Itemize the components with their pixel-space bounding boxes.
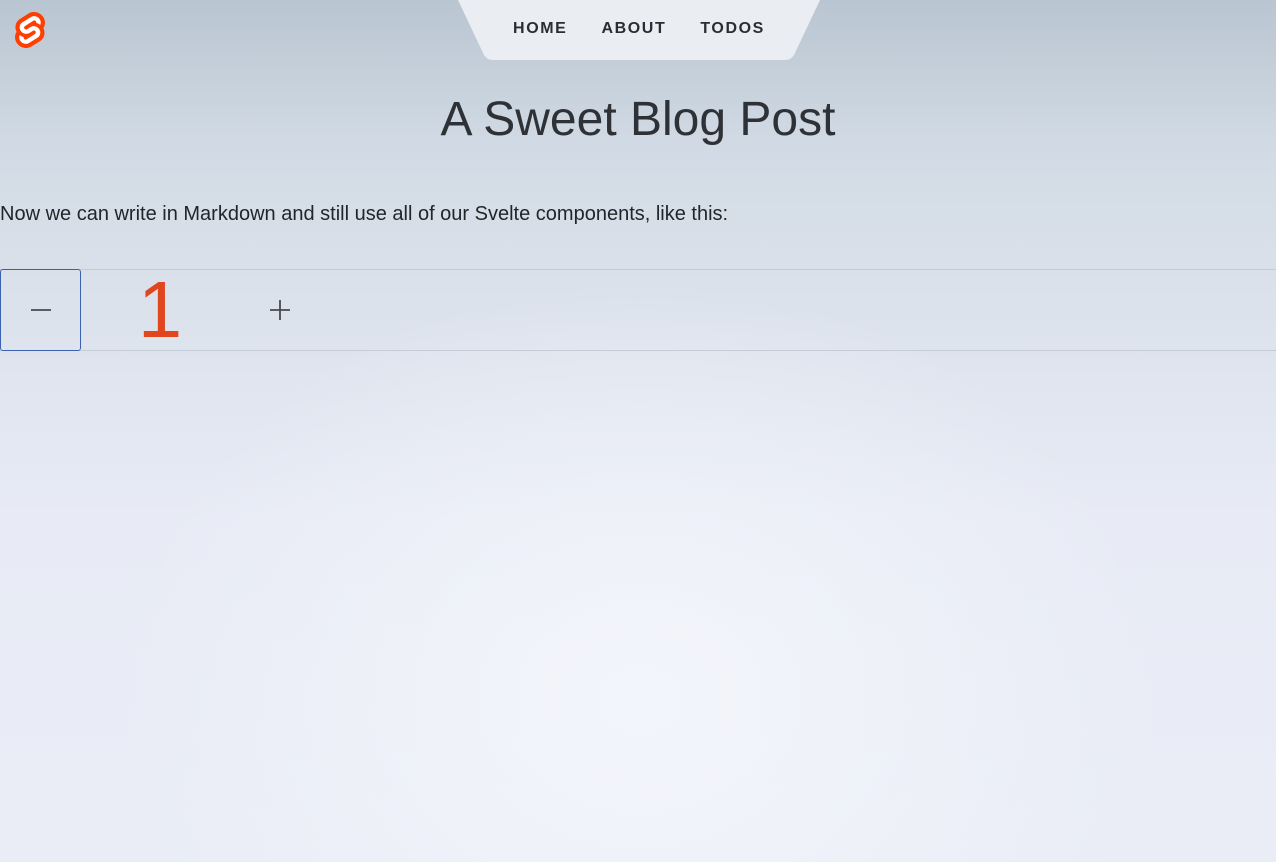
plus-icon: [270, 300, 290, 320]
nav-link-home[interactable]: HOME: [512, 20, 568, 38]
nav-link-todos[interactable]: TODOS: [699, 20, 766, 38]
nav-item-home: HOME: [512, 20, 568, 38]
counter-value: 1: [137, 265, 183, 354]
increment-button[interactable]: [240, 270, 320, 350]
counter: 1: [0, 269, 1276, 351]
site-header: HOME ABOUT TODOS: [0, 0, 1276, 60]
nav-list: HOME ABOUT TODOS: [458, 0, 820, 58]
nav-item-about: ABOUT: [600, 20, 667, 38]
post-paragraph: Now we can write in Markdown and still u…: [0, 203, 729, 225]
nav-item-todos: TODOS: [699, 20, 766, 38]
main-nav: HOME ABOUT TODOS: [458, 0, 820, 60]
page-title: A Sweet Blog Post: [440, 93, 836, 146]
minus-icon: [30, 309, 51, 311]
decrement-button[interactable]: [0, 269, 81, 351]
svelte-logo-icon[interactable]: [14, 11, 46, 49]
nav-link-about[interactable]: ABOUT: [600, 20, 667, 38]
